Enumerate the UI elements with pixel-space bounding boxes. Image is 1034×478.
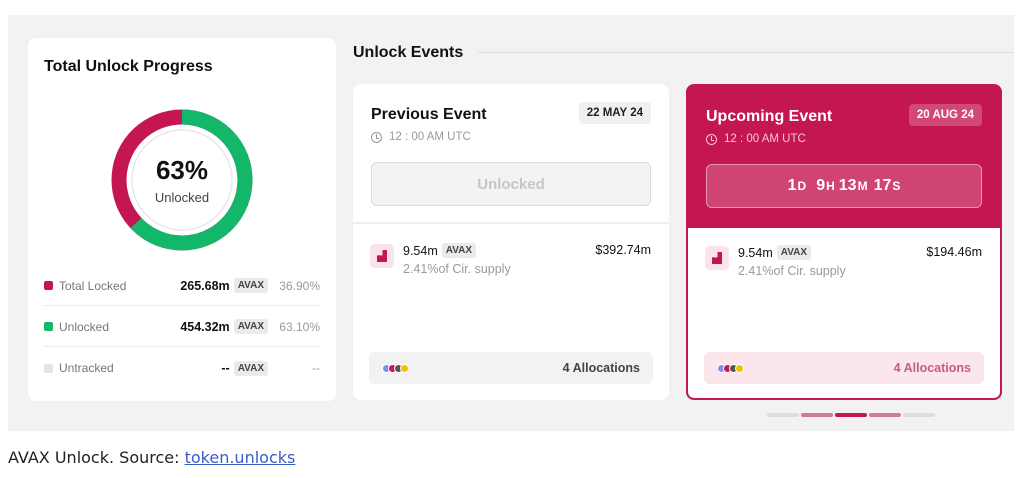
unit-tag: AVAX [441, 243, 477, 258]
countdown-hours: 9H [816, 177, 835, 194]
allocations-label: 4 Allocations [562, 361, 640, 375]
unlock-progress-card: Total Unlock Progress 63% Unlocked Total… [28, 38, 336, 401]
legend-swatch-unlocked [44, 322, 53, 331]
caption-text: AVAX Unlock. Source: [8, 448, 185, 467]
unlock-events-title: Unlock Events [353, 44, 464, 61]
supply-percent: 2.41%of Cir. supply [403, 262, 511, 276]
legend-label: Total Locked [59, 278, 127, 293]
pager-segment[interactable] [835, 413, 867, 417]
legend-swatch-locked [44, 281, 53, 290]
clock-icon [706, 133, 717, 145]
progress-card-title: Total Unlock Progress [44, 58, 213, 75]
countdown-days: 1D [787, 177, 807, 194]
allocations-label: 4 Allocations [893, 361, 971, 375]
legend-row-locked: Total Locked 265.68m AVAX 36.90% [44, 266, 320, 306]
previous-event-card[interactable]: Previous Event 22 MAY 24 12 : 00 AM UTC … [353, 84, 669, 400]
legend-percent: -- [312, 361, 320, 375]
countdown-minutes: 13M [838, 177, 868, 194]
unlock-amount-value: 9.54m [403, 243, 438, 258]
dashboard-panel: Total Unlock Progress 63% Unlocked Total… [8, 15, 1014, 431]
event-name: Previous Event [371, 106, 487, 123]
unit-tag: AVAX [776, 245, 812, 260]
clock-icon [371, 131, 382, 143]
allocations-button[interactable]: 4 Allocations [704, 352, 984, 384]
legend-label: Unlocked [59, 319, 110, 334]
event-time: 12 : 00 AM UTC [371, 131, 471, 143]
legend-label: Untracked [59, 361, 114, 375]
pager-segment[interactable] [903, 413, 935, 417]
event-body: 9.54m AVAX $392.74m 2.41%of Cir. supply … [353, 226, 669, 400]
legend-percent: 36.90% [279, 278, 320, 293]
event-time-text: 12 : 00 AM UTC [389, 131, 471, 143]
unlock-amount: 9.54m AVAX [403, 243, 477, 258]
pager-segment[interactable] [801, 413, 833, 417]
event-date-badge: 20 AUG 24 [908, 104, 982, 126]
unit-tag: AVAX [233, 319, 268, 334]
legend-row-untracked: Untracked -- AVAX -- [44, 348, 320, 388]
legend-amount: 454.32m [180, 319, 230, 334]
unlock-usd-value: $194.46m [926, 245, 982, 259]
event-header: Upcoming Event 20 AUG 24 12 : 00 AM UTC … [688, 86, 1000, 226]
token-unlocks-icon [705, 246, 729, 270]
countdown-seconds: 17S [873, 177, 901, 194]
event-name: Upcoming Event [706, 108, 833, 125]
event-header: Previous Event 22 MAY 24 12 : 00 AM UTC … [353, 84, 669, 224]
allocation-dots [717, 363, 744, 373]
unlocked-status-button[interactable]: Unlocked [371, 162, 651, 206]
donut-label: Unlocked [154, 190, 210, 205]
legend-percent: 63.10% [279, 319, 320, 334]
unlock-usd-value: $392.74m [595, 243, 651, 257]
supply-percent: 2.41%of Cir. supply [738, 264, 846, 278]
donut-percent: 63% [155, 155, 209, 185]
legend-amount: -- [221, 361, 230, 375]
unit-tag: AVAX [233, 278, 268, 293]
event-time: 12 : 00 AM UTC [706, 133, 806, 145]
allocation-dot [400, 363, 409, 373]
pager-segment[interactable] [767, 413, 799, 417]
legend-swatch-untracked [44, 363, 53, 373]
section-divider [478, 52, 1014, 53]
carousel-pager [767, 413, 935, 417]
event-date-badge: 22 MAY 24 [578, 102, 651, 124]
allocation-dot [735, 363, 744, 373]
pager-segment[interactable] [869, 413, 901, 417]
source-link[interactable]: token.unlocks [185, 448, 296, 467]
image-caption: AVAX Unlock. Source: token.unlocks [8, 448, 295, 467]
unlock-amount: 9.54m AVAX [738, 245, 812, 260]
upcoming-event-card[interactable]: Upcoming Event 20 AUG 24 12 : 00 AM UTC … [686, 84, 1002, 400]
token-unlocks-icon [370, 244, 394, 268]
donut-center: 63% Unlocked [110, 108, 254, 252]
allocation-dots [382, 363, 409, 373]
unit-tag: AVAX [233, 360, 268, 376]
unlock-amount-value: 9.54m [738, 245, 773, 260]
event-time-text: 12 : 00 AM UTC [724, 133, 806, 145]
allocations-button[interactable]: 4 Allocations [369, 352, 653, 384]
legend-row-unlocked: Unlocked 454.32m AVAX 63.10% [44, 307, 320, 347]
countdown-timer: 1D 9H 13M 17S [706, 164, 982, 208]
event-body: 9.54m AVAX $194.46m 2.41%of Cir. supply … [688, 228, 1000, 398]
legend-amount: 265.68m [180, 278, 230, 293]
